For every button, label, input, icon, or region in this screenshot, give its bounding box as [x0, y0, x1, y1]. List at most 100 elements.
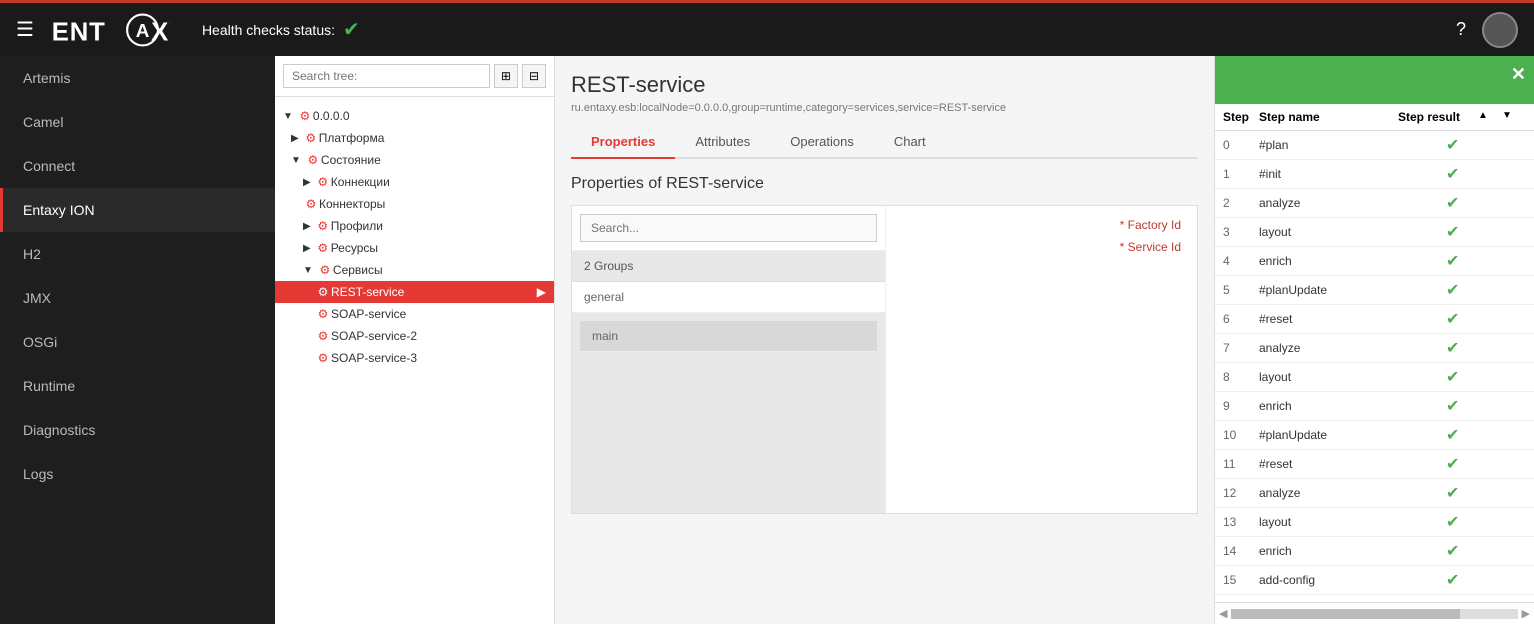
tree-search-input[interactable]: [283, 64, 490, 88]
health-ok-icon: ✔: [343, 17, 360, 42]
tree-node-state[interactable]: ▼ ⚙ Состояние: [275, 149, 554, 171]
sidebar-item-jmx[interactable]: JMX: [0, 276, 275, 320]
tree-state-label: Состояние: [321, 153, 381, 167]
step-row: 16 process-resources ✔: [1215, 595, 1534, 602]
platform-icon: ⚙: [303, 130, 319, 146]
step-result: ✔: [1446, 541, 1526, 561]
step-num: 1: [1223, 167, 1259, 181]
service-path: ru.entaxy.esb:localNode=0.0.0.0,group=ru…: [571, 102, 1198, 114]
tree-node-soap-service-3[interactable]: ⚙ SOAP-service-3: [275, 347, 554, 369]
arrow-icon: ▶: [537, 285, 546, 299]
caret-icon: ▼: [283, 111, 293, 122]
tree-node-rest-service[interactable]: ⚙ REST-service ▶: [275, 281, 554, 303]
step-result: ✔: [1446, 135, 1526, 155]
step-name: layout: [1259, 370, 1446, 384]
properties-container: 2 Groups general main * Factory Id * Ser…: [571, 205, 1198, 514]
tab-chart[interactable]: Chart: [874, 126, 946, 159]
step-name: layout: [1259, 515, 1446, 529]
step-name: #plan: [1259, 138, 1446, 152]
menu-icon[interactable]: ☰: [16, 17, 34, 42]
step-num: 13: [1223, 515, 1259, 529]
tree-node-resources[interactable]: ▶ ⚙ Ресурсы: [275, 237, 554, 259]
props-group-main[interactable]: main: [580, 321, 877, 352]
tree-expand-button[interactable]: ⊞: [494, 64, 518, 88]
horizontal-scrollbar-track[interactable]: [1231, 609, 1517, 619]
step-ok-icon: ✔: [1446, 483, 1459, 503]
step-name: analyze: [1259, 486, 1446, 500]
step-row: 14 enrich ✔: [1215, 537, 1534, 566]
sidebar-item-logs[interactable]: Logs: [0, 452, 275, 496]
props-search-area: [572, 206, 885, 251]
rest-service-icon: ⚙: [315, 284, 331, 300]
step-num: 4: [1223, 254, 1259, 268]
step-result: ✔: [1446, 425, 1526, 445]
step-row: 15 add-config ✔: [1215, 566, 1534, 595]
svg-text:XY: XY: [151, 18, 170, 46]
tree-soap-service-2-label: SOAP-service-2: [331, 329, 417, 343]
sidebar-item-connect[interactable]: Connect: [0, 144, 275, 188]
step-num: 6: [1223, 312, 1259, 326]
props-grid: 2 Groups general main * Factory Id * Ser…: [572, 206, 1197, 513]
soap-service-icon: ⚙: [315, 306, 331, 322]
sidebar-item-diagnostics[interactable]: Diagnostics: [0, 408, 275, 452]
topbar: ☰ ENT A XY Health checks status: ✔ ?: [0, 0, 1534, 56]
tree-node-profiles[interactable]: ▶ ⚙ Профили: [275, 215, 554, 237]
tree-node-connectors[interactable]: ⚙ Коннекторы: [275, 193, 554, 215]
step-result: ✔: [1446, 251, 1526, 271]
sidebar-item-osgi[interactable]: OSGi: [0, 320, 275, 364]
col-step: Step: [1223, 110, 1259, 124]
sidebar-item-artemis[interactable]: Artemis: [0, 56, 275, 100]
tab-operations[interactable]: Operations: [770, 126, 874, 159]
step-name: #planUpdate: [1259, 283, 1446, 297]
col-step-result: Step result: [1398, 110, 1478, 124]
step-num: 10: [1223, 428, 1259, 442]
sidebar-item-entaxy-ion[interactable]: Entaxy ION: [0, 188, 275, 232]
sidebar: Artemis Camel Connect Entaxy ION H2 JMX …: [0, 56, 275, 624]
step-ok-icon: ✔: [1227, 68, 1244, 93]
step-ok-icon: ✔: [1446, 454, 1459, 474]
step-name: #reset: [1259, 457, 1446, 471]
step-bottom-scrollbar[interactable]: ◀ ▶: [1215, 602, 1534, 624]
tab-attributes[interactable]: Attributes: [675, 126, 770, 159]
tree-collapse-button[interactable]: ⊟: [522, 64, 546, 88]
step-num: 8: [1223, 370, 1259, 384]
step-ok-icon: ✔: [1446, 309, 1459, 329]
horizontal-scrollbar-thumb[interactable]: [1231, 609, 1460, 619]
tree-node-services[interactable]: ▼ ⚙ Сервисы: [275, 259, 554, 281]
tree-node-platform[interactable]: ▶ ⚙ Платформа: [275, 127, 554, 149]
avatar[interactable]: [1482, 12, 1518, 48]
step-panel-header: ✔ ✕: [1215, 56, 1534, 104]
caret-icon: ▼: [291, 155, 301, 166]
props-group-general[interactable]: general: [572, 282, 885, 313]
logo: ENT A XY: [50, 10, 170, 50]
services-icon: ⚙: [317, 262, 333, 278]
scroll-left-icon[interactable]: ◀: [1219, 607, 1227, 620]
close-icon[interactable]: ✕: [1511, 64, 1526, 85]
step-row: 0 #plan ✔: [1215, 131, 1534, 160]
tree-node-soap-service[interactable]: ⚙ SOAP-service: [275, 303, 554, 325]
step-ok-icon: ✔: [1446, 280, 1459, 300]
tab-properties[interactable]: Properties: [571, 126, 675, 159]
props-section-title: Properties of REST-service: [571, 175, 1198, 193]
step-ok-icon: ✔: [1446, 193, 1459, 213]
step-name: layout: [1259, 225, 1446, 239]
step-row: 1 #init ✔: [1215, 160, 1534, 189]
props-search-input[interactable]: [580, 214, 877, 242]
tree-node-connections[interactable]: ▶ ⚙ Коннекции: [275, 171, 554, 193]
tree-node-root[interactable]: ▼ ⚙ 0.0.0.0: [275, 105, 554, 127]
step-row: 6 #reset ✔: [1215, 305, 1534, 334]
scroll-up-icon[interactable]: ▲: [1478, 110, 1502, 124]
connections-icon: ⚙: [315, 174, 331, 190]
scroll-right-icon[interactable]: ▶: [1522, 607, 1530, 620]
scroll-down-icon[interactable]: ▼: [1502, 110, 1526, 124]
step-list: 0 #plan ✔ 1 #init ✔ 2 analyze ✔ 3 layout…: [1215, 131, 1534, 602]
step-result: ✔: [1446, 222, 1526, 242]
sidebar-item-camel[interactable]: Camel: [0, 100, 275, 144]
sidebar-item-h2[interactable]: H2: [0, 232, 275, 276]
help-icon[interactable]: ?: [1456, 19, 1466, 40]
props-area: main: [572, 313, 885, 513]
step-result: ✔: [1446, 367, 1526, 387]
sidebar-item-runtime[interactable]: Runtime: [0, 364, 275, 408]
step-name: enrich: [1259, 544, 1446, 558]
tree-node-soap-service-2[interactable]: ⚙ SOAP-service-2: [275, 325, 554, 347]
